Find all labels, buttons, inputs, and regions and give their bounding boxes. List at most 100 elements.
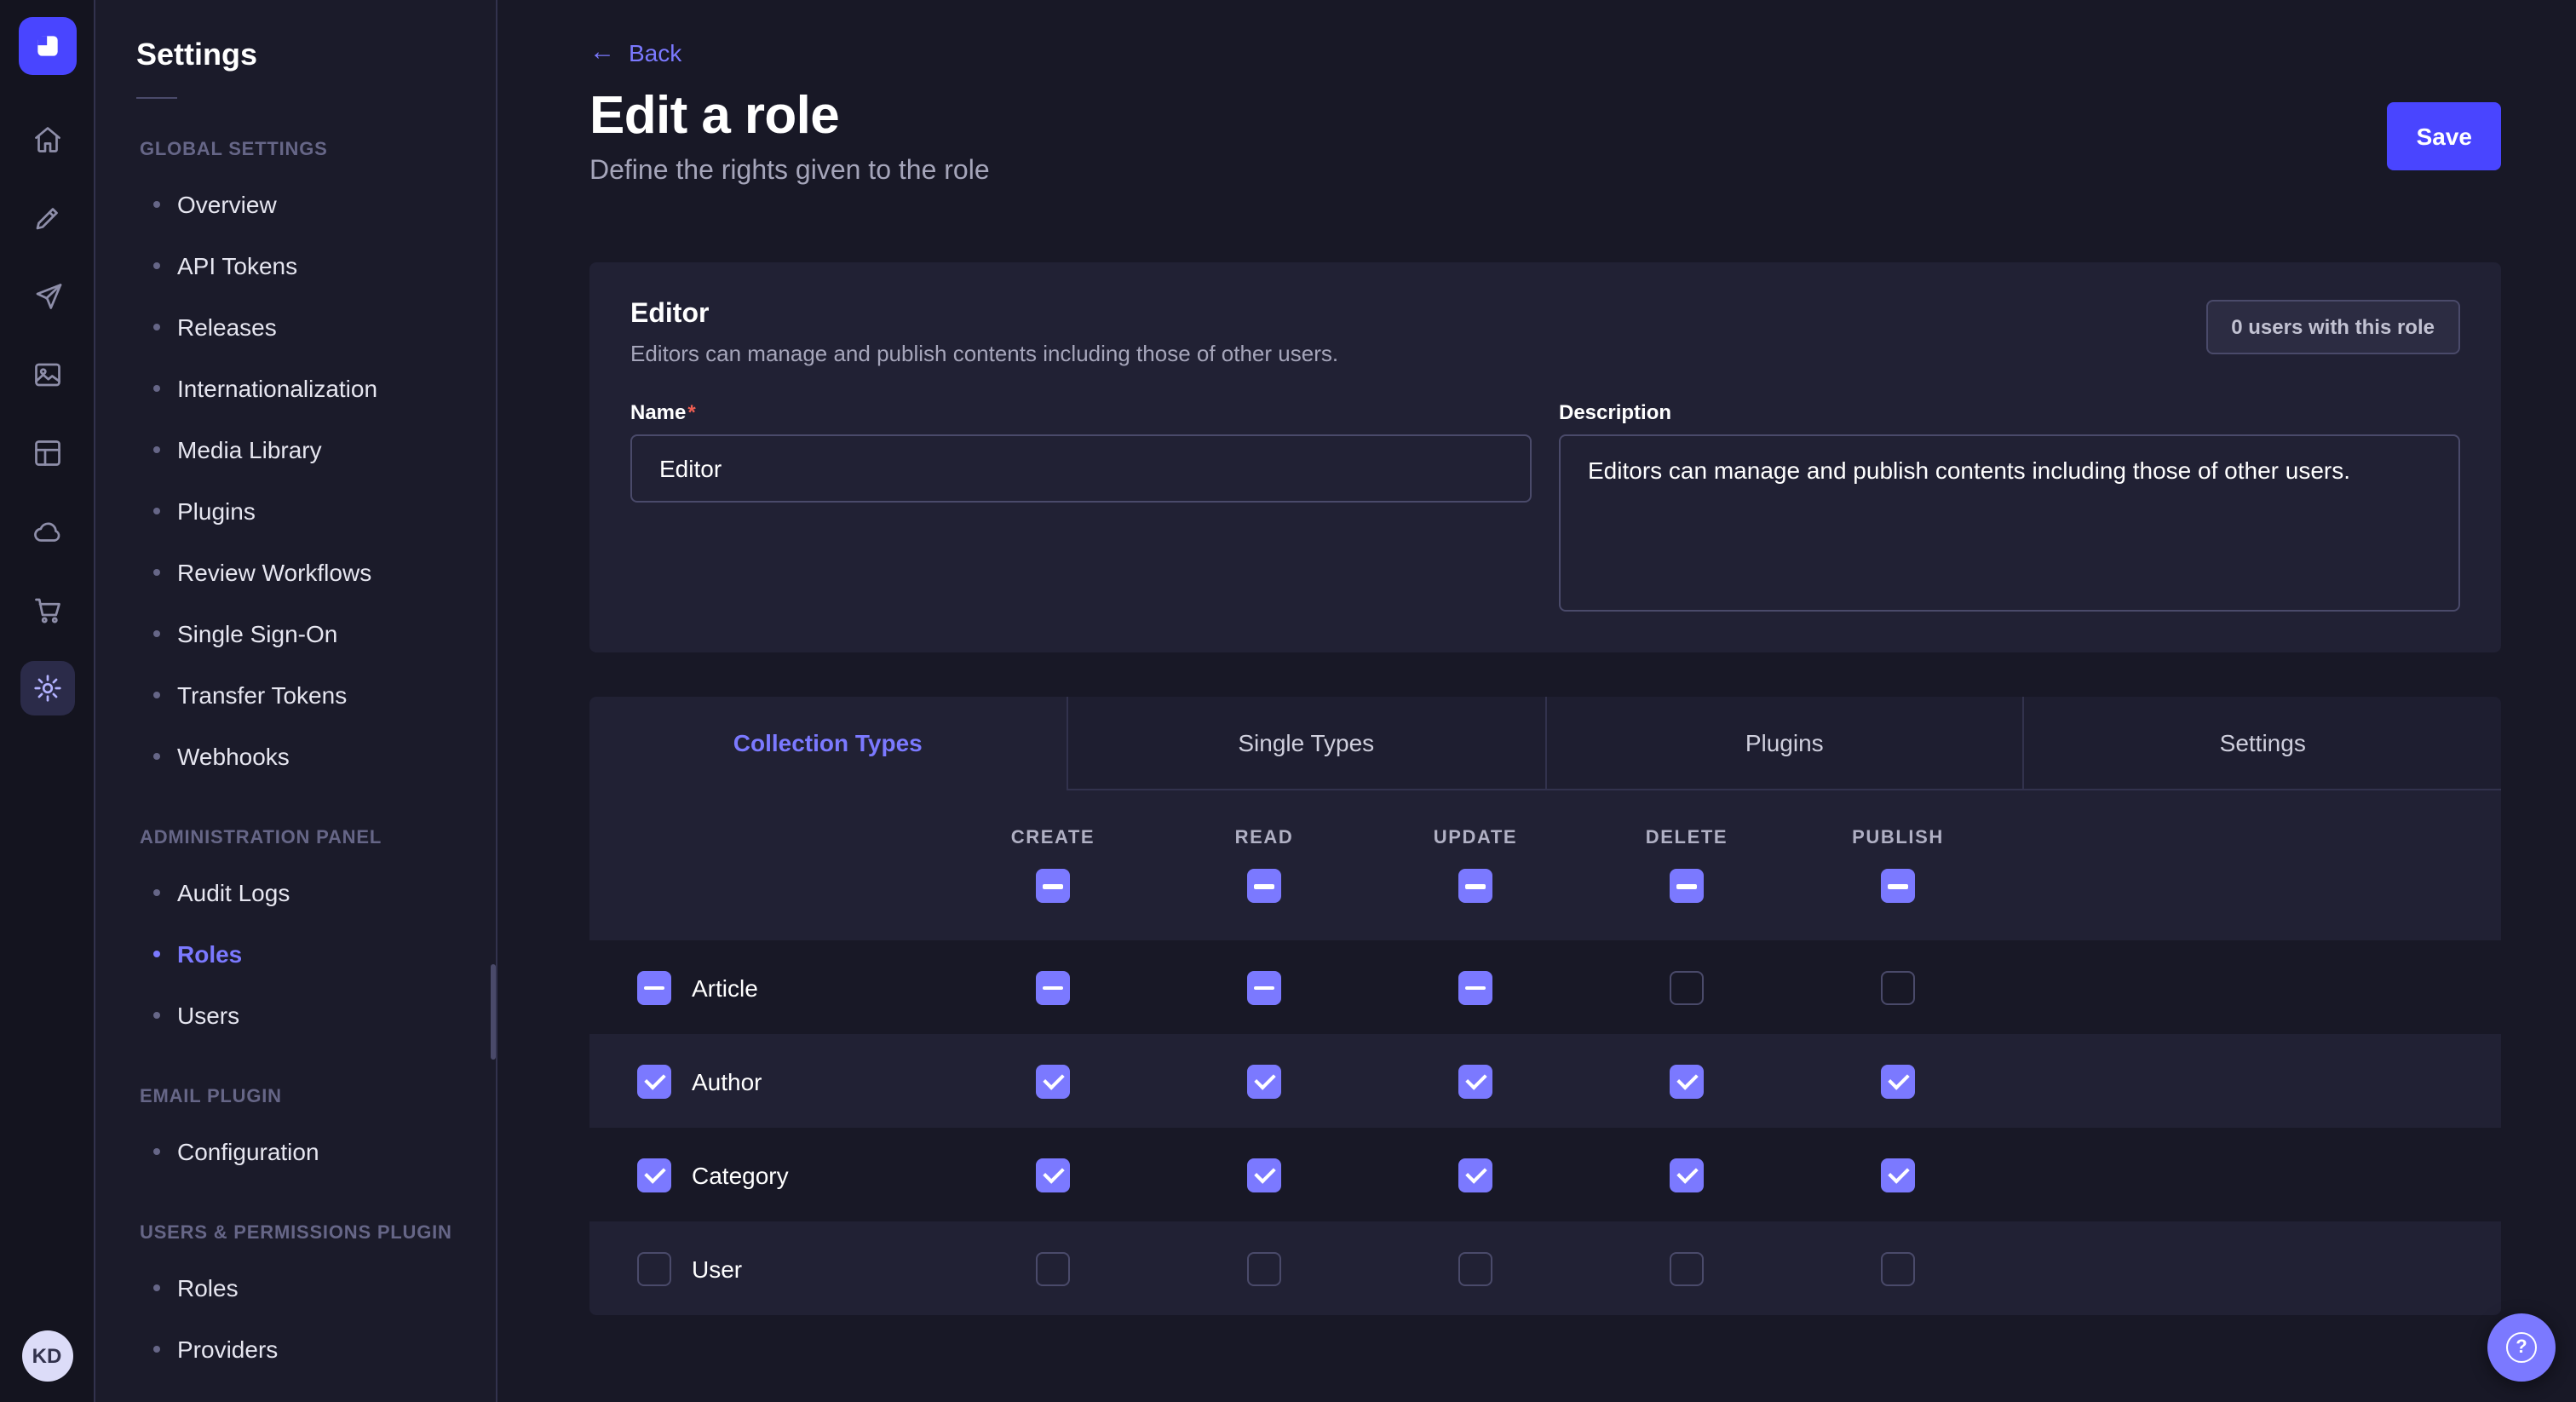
bullet-icon <box>153 1284 160 1291</box>
bullet-icon <box>153 692 160 698</box>
tab-collection-types[interactable]: Collection Types <box>589 697 1067 790</box>
permissions-card: Collection TypesSingle TypesPluginsSetti… <box>589 697 2501 1315</box>
user-update-checkbox[interactable] <box>1458 1251 1492 1285</box>
description-textarea[interactable]: Editors can manage and publish contents … <box>1559 434 2460 612</box>
category-row-checkbox[interactable] <box>637 1158 671 1192</box>
permission-row-category: Category <box>589 1128 2501 1221</box>
sidebar-item-label: Single Sign-On <box>177 620 337 647</box>
category-update-checkbox[interactable] <box>1458 1158 1492 1192</box>
sidebar-item-review-workflows[interactable]: Review Workflows <box>136 542 469 603</box>
name-input[interactable] <box>630 434 1532 503</box>
article-update-checkbox[interactable] <box>1458 970 1492 1004</box>
strapi-logo[interactable] <box>18 17 76 75</box>
cloud-icon[interactable] <box>20 504 74 559</box>
select-all-update-checkbox[interactable] <box>1458 869 1492 903</box>
select-all-publish-checkbox[interactable] <box>1881 869 1915 903</box>
pen-icon[interactable] <box>20 191 74 245</box>
icon-nav-rail: KD <box>0 0 95 1402</box>
home-icon[interactable] <box>20 112 74 167</box>
back-label: Back <box>629 38 681 66</box>
sidebar-item-api-tokens[interactable]: API Tokens <box>136 235 469 296</box>
column-label: UPDATE <box>1434 828 1517 848</box>
sidebar-item-label: Overview <box>177 191 277 218</box>
user-delete-checkbox[interactable] <box>1670 1251 1704 1285</box>
sidebar-item-audit-logs[interactable]: Audit Logs <box>136 862 469 923</box>
sidebar-item-plugins[interactable]: Plugins <box>136 480 469 542</box>
media-icon[interactable] <box>20 348 74 402</box>
layout-icon[interactable] <box>20 426 74 480</box>
bullet-icon <box>153 508 160 514</box>
rail-icon-list <box>20 112 74 1330</box>
sidebar-item-users[interactable]: Users <box>136 985 469 1046</box>
row-label-cell: Category <box>589 1158 947 1192</box>
description-label: Description <box>1559 400 2460 424</box>
permission-cell <box>1581 1251 1792 1285</box>
category-create-checkbox[interactable] <box>1036 1158 1070 1192</box>
sidebar-item-internationalization[interactable]: Internationalization <box>136 358 469 419</box>
help-button[interactable]: ? <box>2487 1313 2556 1382</box>
row-label: Author <box>692 1067 762 1095</box>
category-delete-checkbox[interactable] <box>1670 1158 1704 1192</box>
cart-icon[interactable] <box>20 583 74 637</box>
author-row-checkbox[interactable] <box>637 1064 671 1098</box>
user-avatar[interactable]: KD <box>21 1330 72 1382</box>
permission-row-author: Author <box>589 1034 2501 1128</box>
scrollbar-thumb[interactable] <box>491 964 496 1060</box>
select-all-create-checkbox[interactable] <box>1036 869 1070 903</box>
user-create-checkbox[interactable] <box>1036 1251 1070 1285</box>
author-read-checkbox[interactable] <box>1247 1064 1281 1098</box>
sidebar-item-media-library[interactable]: Media Library <box>136 419 469 480</box>
save-button[interactable]: Save <box>2388 102 2501 170</box>
bullet-icon <box>153 569 160 576</box>
permission-cell <box>1581 1064 1792 1098</box>
article-read-checkbox[interactable] <box>1247 970 1281 1004</box>
permission-cell <box>1159 970 1370 1004</box>
sidebar-item-label: Roles <box>177 1274 239 1301</box>
permissions-tabs: Collection TypesSingle TypesPluginsSetti… <box>589 697 2501 790</box>
sidebar-section-label: ADMINISTRATION PANEL <box>140 828 469 848</box>
sidebar-item-label: Configuration <box>177 1138 319 1165</box>
bullet-icon <box>153 1012 160 1019</box>
sidebar-item-configuration[interactable]: Configuration <box>136 1121 469 1182</box>
select-all-delete-checkbox[interactable] <box>1670 869 1704 903</box>
required-asterisk: * <box>687 400 695 424</box>
sidebar-title: Settings <box>136 37 469 73</box>
tab-single-types[interactable]: Single Types <box>1067 697 1545 790</box>
sidebar-item-releases[interactable]: Releases <box>136 296 469 358</box>
article-create-checkbox[interactable] <box>1036 970 1070 1004</box>
article-delete-checkbox[interactable] <box>1670 970 1704 1004</box>
user-publish-checkbox[interactable] <box>1881 1251 1915 1285</box>
tab-plugins[interactable]: Plugins <box>1544 697 2023 790</box>
column-label: READ <box>1235 828 1294 848</box>
author-create-checkbox[interactable] <box>1036 1064 1070 1098</box>
category-read-checkbox[interactable] <box>1247 1158 1281 1192</box>
sidebar-item-overview[interactable]: Overview <box>136 174 469 235</box>
author-publish-checkbox[interactable] <box>1881 1064 1915 1098</box>
bullet-icon <box>153 753 160 760</box>
title-divider <box>136 97 177 99</box>
tab-settings[interactable]: Settings <box>2023 697 2502 790</box>
sidebar-item-transfer-tokens[interactable]: Transfer Tokens <box>136 664 469 726</box>
gear-icon[interactable] <box>20 661 74 715</box>
author-update-checkbox[interactable] <box>1458 1064 1492 1098</box>
article-publish-checkbox[interactable] <box>1881 970 1915 1004</box>
select-all-read-checkbox[interactable] <box>1247 869 1281 903</box>
author-delete-checkbox[interactable] <box>1670 1064 1704 1098</box>
sidebar-item-providers[interactable]: Providers <box>136 1319 469 1380</box>
role-card-heading: Editor Editors can manage and publish co… <box>630 300 1338 366</box>
category-publish-checkbox[interactable] <box>1881 1158 1915 1192</box>
users-count-badge[interactable]: 0 users with this role <box>2205 300 2460 354</box>
bullet-icon <box>153 201 160 208</box>
main-content: ← Back Edit a role Define the rights giv… <box>497 0 2576 1402</box>
sidebar-item-webhooks[interactable]: Webhooks <box>136 726 469 787</box>
user-row-checkbox[interactable] <box>637 1251 671 1285</box>
sidebar-item-roles[interactable]: Roles <box>136 1257 469 1319</box>
article-row-checkbox[interactable] <box>637 970 671 1004</box>
permission-row-user: User <box>589 1221 2501 1315</box>
back-link[interactable]: ← Back <box>589 38 681 66</box>
user-read-checkbox[interactable] <box>1247 1251 1281 1285</box>
sidebar-item-single-sign-on[interactable]: Single Sign-On <box>136 603 469 664</box>
sidebar-item-roles[interactable]: Roles <box>136 923 469 985</box>
paper-plane-icon[interactable] <box>20 269 74 324</box>
name-field: Name* <box>630 400 1532 612</box>
